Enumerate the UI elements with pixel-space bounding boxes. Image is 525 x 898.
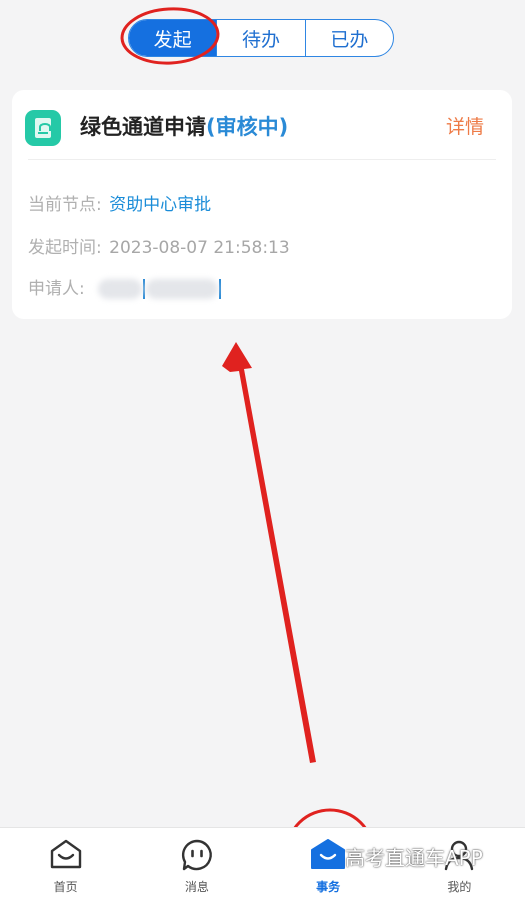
annotation-arrow (222, 342, 316, 763)
nav-messages[interactable]: 消息 (131, 828, 262, 898)
nav-home[interactable]: 首页 (0, 828, 131, 898)
nav-messages-label: 消息 (184, 880, 209, 894)
annotation-circle-tab (120, 7, 220, 65)
message-icon (181, 839, 212, 871)
annotation-overlay (120, 7, 375, 896)
nav-profile-label: 我的 (447, 880, 472, 894)
watermark: 高考直通车APP (345, 846, 483, 870)
nav-affairs-label: 事务 (316, 880, 341, 894)
nav-home-label: 首页 (53, 880, 78, 894)
affairs-icon (311, 839, 346, 869)
home-icon (50, 839, 81, 869)
